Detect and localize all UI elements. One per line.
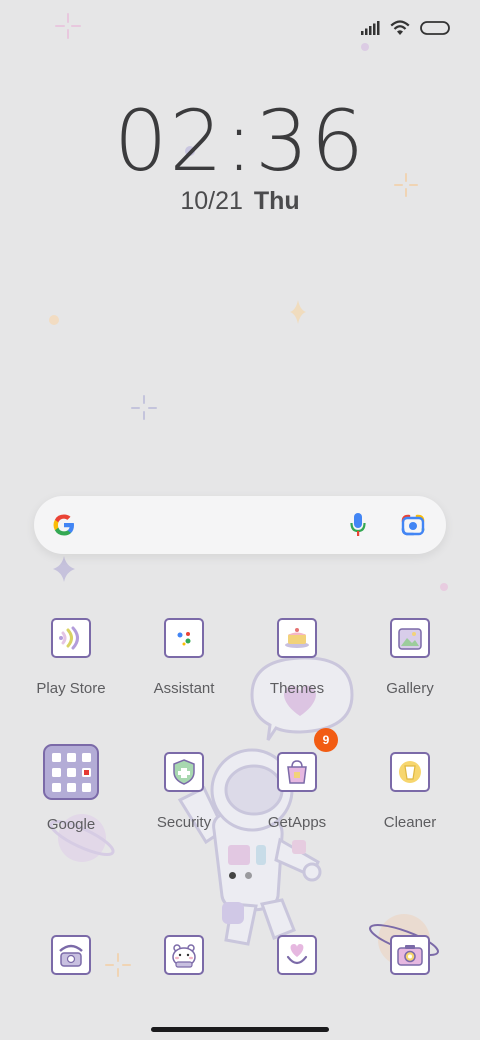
microphone-icon[interactable] — [350, 511, 366, 539]
app-cleaner[interactable]: Cleaner — [355, 752, 465, 831]
clock-time[interactable]: 02:36 — [0, 92, 480, 190]
date-text: 10/21 — [180, 187, 243, 215]
camera-icon — [390, 935, 430, 975]
app-google-folder[interactable]: Google — [16, 744, 126, 833]
play-store-icon — [51, 618, 91, 658]
page-indicator — [229, 872, 252, 879]
battery-icon — [420, 21, 450, 35]
google-search-bar[interactable] — [34, 496, 446, 554]
app-label: GetApps — [267, 814, 327, 831]
phone-icon — [51, 935, 91, 975]
status-bar — [360, 18, 450, 38]
app-label: Google — [46, 816, 96, 833]
app-label: Assistant — [153, 680, 215, 697]
app-getapps[interactable]: GetApps — [242, 752, 352, 831]
google-folder-icon — [43, 744, 99, 800]
notification-badge: 9 — [314, 728, 338, 752]
assistant-icon — [164, 618, 204, 658]
star-decoration — [290, 300, 306, 324]
messages-icon — [164, 935, 204, 975]
weekday-text: Thu — [253, 187, 300, 215]
signal-icon — [361, 21, 380, 35]
app-label: Gallery — [386, 680, 434, 697]
browser-icon — [277, 935, 317, 975]
app-assistant[interactable]: Assistant — [129, 618, 239, 697]
wifi-icon — [390, 20, 410, 35]
cleaner-icon — [390, 752, 430, 792]
page-dot — [245, 872, 252, 879]
sparkle-decoration — [55, 13, 81, 39]
getapps-icon — [277, 752, 317, 792]
star-decoration — [53, 556, 75, 582]
security-icon — [164, 752, 204, 792]
gallery-icon — [390, 618, 430, 658]
home-indicator[interactable] — [151, 1027, 329, 1032]
themes-icon — [277, 618, 317, 658]
app-label: Security — [156, 814, 212, 831]
sparkle-decoration — [131, 395, 157, 420]
app-label: Cleaner — [383, 814, 437, 831]
dock-camera[interactable] — [355, 935, 465, 975]
page-dot-active — [229, 872, 236, 879]
camera-lens-icon[interactable] — [400, 512, 426, 538]
app-label: Play Store — [36, 680, 106, 697]
app-play-store[interactable]: Play Store — [16, 618, 126, 697]
clock-date[interactable]: 10/21 Thu — [0, 187, 480, 216]
dock-messages[interactable] — [129, 935, 239, 975]
app-label: Themes — [269, 680, 325, 697]
app-gallery[interactable]: Gallery — [355, 618, 465, 697]
app-security[interactable]: Security — [129, 752, 239, 831]
dock-browser[interactable] — [242, 935, 352, 975]
dock-phone[interactable] — [16, 935, 126, 975]
app-themes[interactable]: Themes — [242, 618, 352, 697]
google-g-icon — [53, 514, 74, 536]
